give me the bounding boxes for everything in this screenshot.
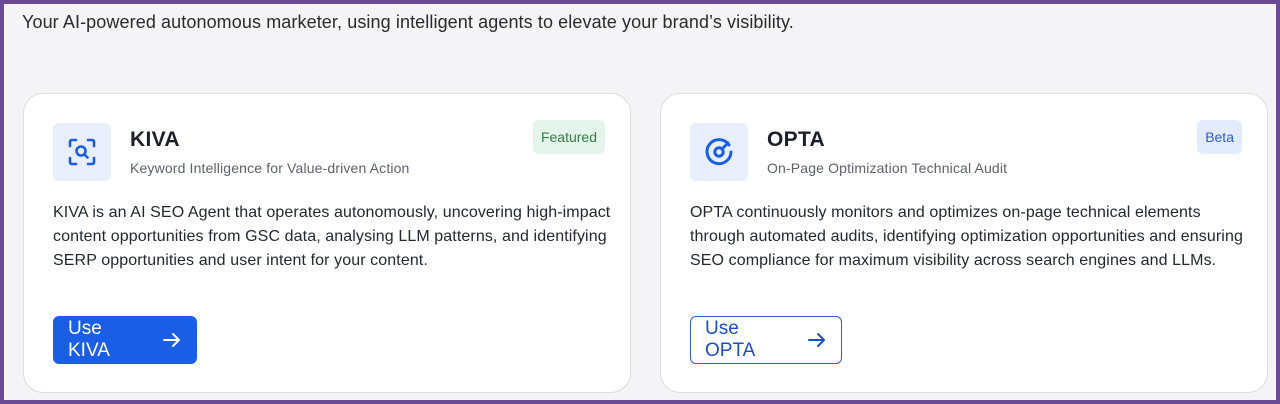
button-label: Use KIVA [68,318,110,361]
arrow-right-icon [807,331,827,349]
kiva-card: KIVA Keyword Intelligence for Value-driv… [23,93,631,393]
page-frame: Your AI-powered autonomous marketer, usi… [0,0,1280,404]
card-title: KIVA [130,128,180,151]
beta-badge: Beta [1197,120,1242,154]
arrow-right-icon [162,331,182,349]
use-kiva-button[interactable]: Use KIVA [53,316,197,364]
button-label: Use OPTA [705,318,756,361]
card-subtitle: Keyword Intelligence for Value-driven Ac… [130,160,410,176]
search-scan-icon [53,123,111,181]
card-description: KIVA is an AI SEO Agent that operates au… [53,204,611,269]
card-subtitle: On-Page Optimization Technical Audit [767,160,1008,176]
use-opta-button[interactable]: Use OPTA [690,316,842,364]
tagline: Your AI-powered autonomous marketer, usi… [22,12,794,32]
featured-badge: Featured [532,120,605,154]
card-title: OPTA [767,128,825,151]
card-description: OPTA continuously monitors and optimizes… [690,204,1243,269]
opta-card: OPTA On-Page Optimization Technical Audi… [660,93,1268,393]
gauge-icon [690,123,748,181]
